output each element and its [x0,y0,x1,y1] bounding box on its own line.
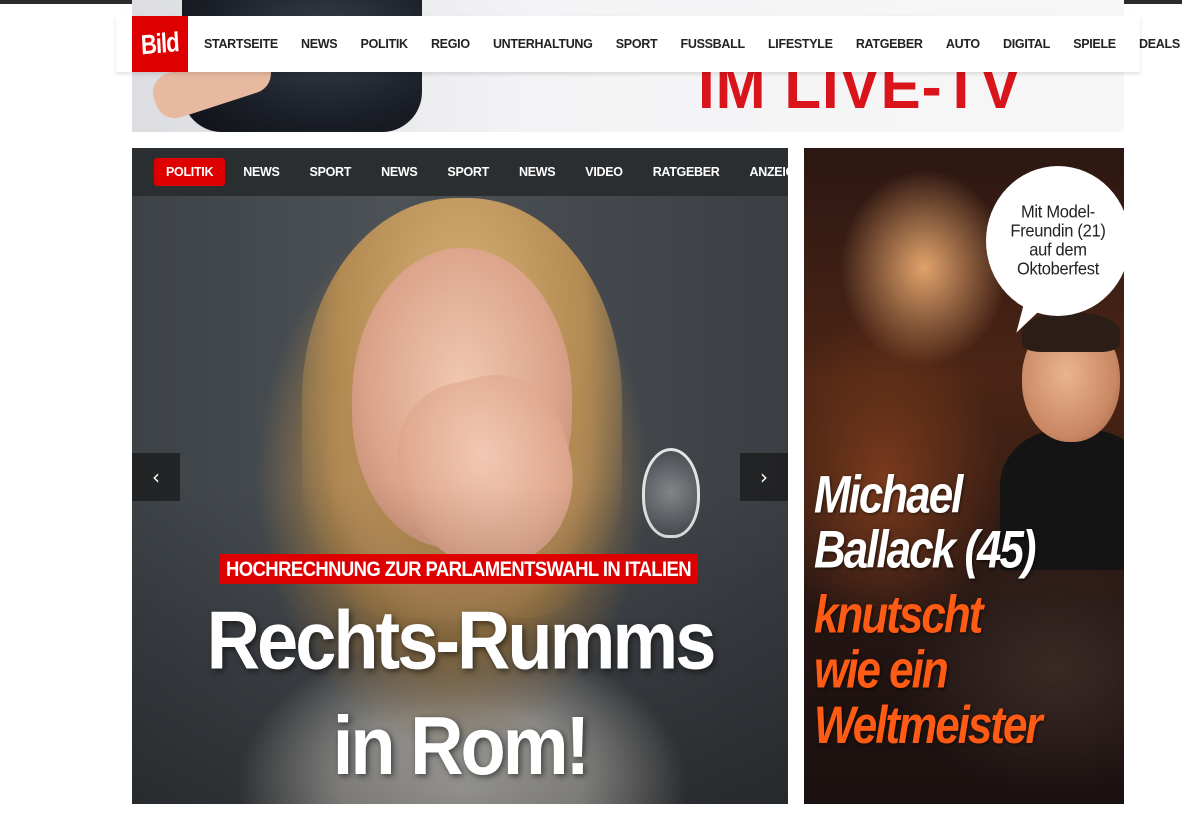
nav-lifestyle[interactable]: LIFESTYLE [756,37,844,51]
hero-kicker[interactable]: HOCHRECHNUNG ZUR PARLAMENTSWAHL IN ITALI… [220,554,698,584]
teaser-name[interactable]: Michael Ballack (45) [814,465,1037,580]
teaser-headline-line: Weltmeister [814,696,1043,755]
nav-regio[interactable]: REGIO [419,37,481,51]
hero-title-line: in Rom! [332,698,590,792]
nav-fussball[interactable]: FUSSBALL [669,37,756,51]
bubble-line: auf dem [1029,240,1087,260]
nav-digital[interactable]: DIGITAL [991,37,1061,51]
carousel-next-button[interactable]: › [740,453,788,501]
tab-sport[interactable]: SPORT [298,158,364,186]
speech-bubble: Mit Model- Freundin (21) auf dem Oktober… [986,166,1124,316]
nav-unterhaltung[interactable]: UNTERHALTUNG [481,37,604,51]
nav-ratgeber[interactable]: RATGEBER [844,37,934,51]
nav-politik[interactable]: POLITIK [349,37,419,51]
site-header: Bild STARTSEITE NEWS POLITIK REGIO UNTER… [116,16,1180,72]
tab-sport[interactable]: SPORT [435,158,501,186]
main-nav: STARTSEITE NEWS POLITIK REGIO UNTERHALTU… [204,16,1182,72]
side-teaser[interactable]: Mit Model- Freundin (21) auf dem Oktober… [804,148,1124,804]
teaser-name-line: Michael [814,465,963,525]
bubble-line: Freundin (21) [1010,221,1106,241]
tab-news[interactable]: NEWS [231,158,291,186]
nav-sport[interactable]: SPORT [604,37,669,51]
bild-logo[interactable]: Bild [132,16,188,72]
teaser-name-line: Ballack (45) [814,520,1037,580]
nav-deals[interactable]: DEALS [1127,37,1182,51]
teaser-headline-line: wie ein [814,640,949,700]
teaser-headline[interactable]: knutscht wie ein Weltmeister [814,585,1043,755]
chevron-left-icon: ‹ [152,465,160,489]
nav-auto[interactable]: AUTO [934,37,991,51]
tab-ratgeber[interactable]: RATGEBER [641,158,732,186]
carousel-prev-button[interactable]: ‹ [132,453,180,501]
tab-news[interactable]: NEWS [369,158,429,186]
tab-video[interactable]: VIDEO [573,158,634,186]
tab-anzeige[interactable]: ANZEIGE [738,158,788,186]
bubble-line: Oktoberfest [1017,259,1099,279]
hero-carousel[interactable]: POLITIK NEWS SPORT NEWS SPORT NEWS VIDEO… [132,148,788,804]
hero-title[interactable]: Rechts-Rumms in Rom! [132,588,788,799]
bubble-line: Mit Model- [1020,202,1095,222]
carousel-tabs: POLITIK NEWS SPORT NEWS SPORT NEWS VIDEO… [132,148,788,196]
tab-politik[interactable]: POLITIK [154,158,226,186]
nav-news[interactable]: NEWS [289,37,349,51]
hero-title-line: Rechts-Rumms [206,593,717,687]
logo-text: Bild [140,26,180,61]
tab-news[interactable]: NEWS [507,158,567,186]
nav-startseite[interactable]: STARTSEITE [204,37,289,51]
chevron-right-icon: › [760,465,768,489]
teaser-headline-line: knutscht [814,585,983,645]
nav-spiele[interactable]: SPIELE [1062,37,1128,51]
